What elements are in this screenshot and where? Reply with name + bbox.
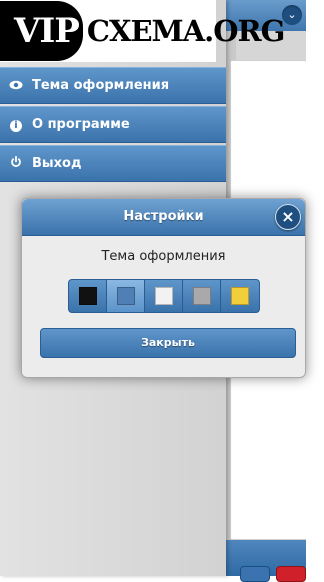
theme-swatch-gray[interactable]	[183, 280, 221, 312]
theme-swatch-white[interactable]	[145, 280, 183, 312]
theme-section-label: Тема оформления	[101, 249, 226, 264]
sidebar-item-label: Выход	[32, 156, 82, 171]
right-margin	[306, 0, 324, 576]
logo-site-text: CXEMA.ORG	[86, 14, 286, 48]
sidebar-item-exit[interactable]: Выход	[0, 145, 226, 182]
power-icon	[0, 155, 32, 171]
info-icon: i	[0, 117, 32, 132]
theme-selector	[68, 279, 260, 313]
sidebar-menu: Тема оформления i О программе Выход	[0, 67, 226, 184]
logo-vip-text: VIP	[0, 1, 83, 61]
sidebar-item-theme[interactable]: Тема оформления	[0, 67, 226, 104]
eye-icon	[0, 79, 32, 93]
theme-swatch-black[interactable]	[69, 280, 107, 312]
logo: VIP CXEMA.ORG	[0, 0, 285, 62]
sidebar-item-about[interactable]: i О программе	[0, 106, 226, 143]
dialog-title: Настройки	[123, 209, 204, 224]
close-button[interactable]: Закрыть	[40, 328, 296, 358]
sidebar-item-label: О программе	[32, 117, 130, 132]
settings-dialog: Настройки × Тема оформления Закрыть	[21, 198, 306, 378]
footer-check-button[interactable]	[276, 566, 306, 582]
sidebar-item-label: Тема оформления	[32, 78, 170, 93]
chevron-down-icon[interactable]: ⌄	[282, 5, 302, 25]
footer-edit-button[interactable]	[240, 566, 270, 582]
theme-swatch-yellow[interactable]	[221, 280, 259, 312]
close-icon[interactable]: ×	[275, 204, 301, 230]
theme-swatch-blue[interactable]	[107, 280, 145, 312]
